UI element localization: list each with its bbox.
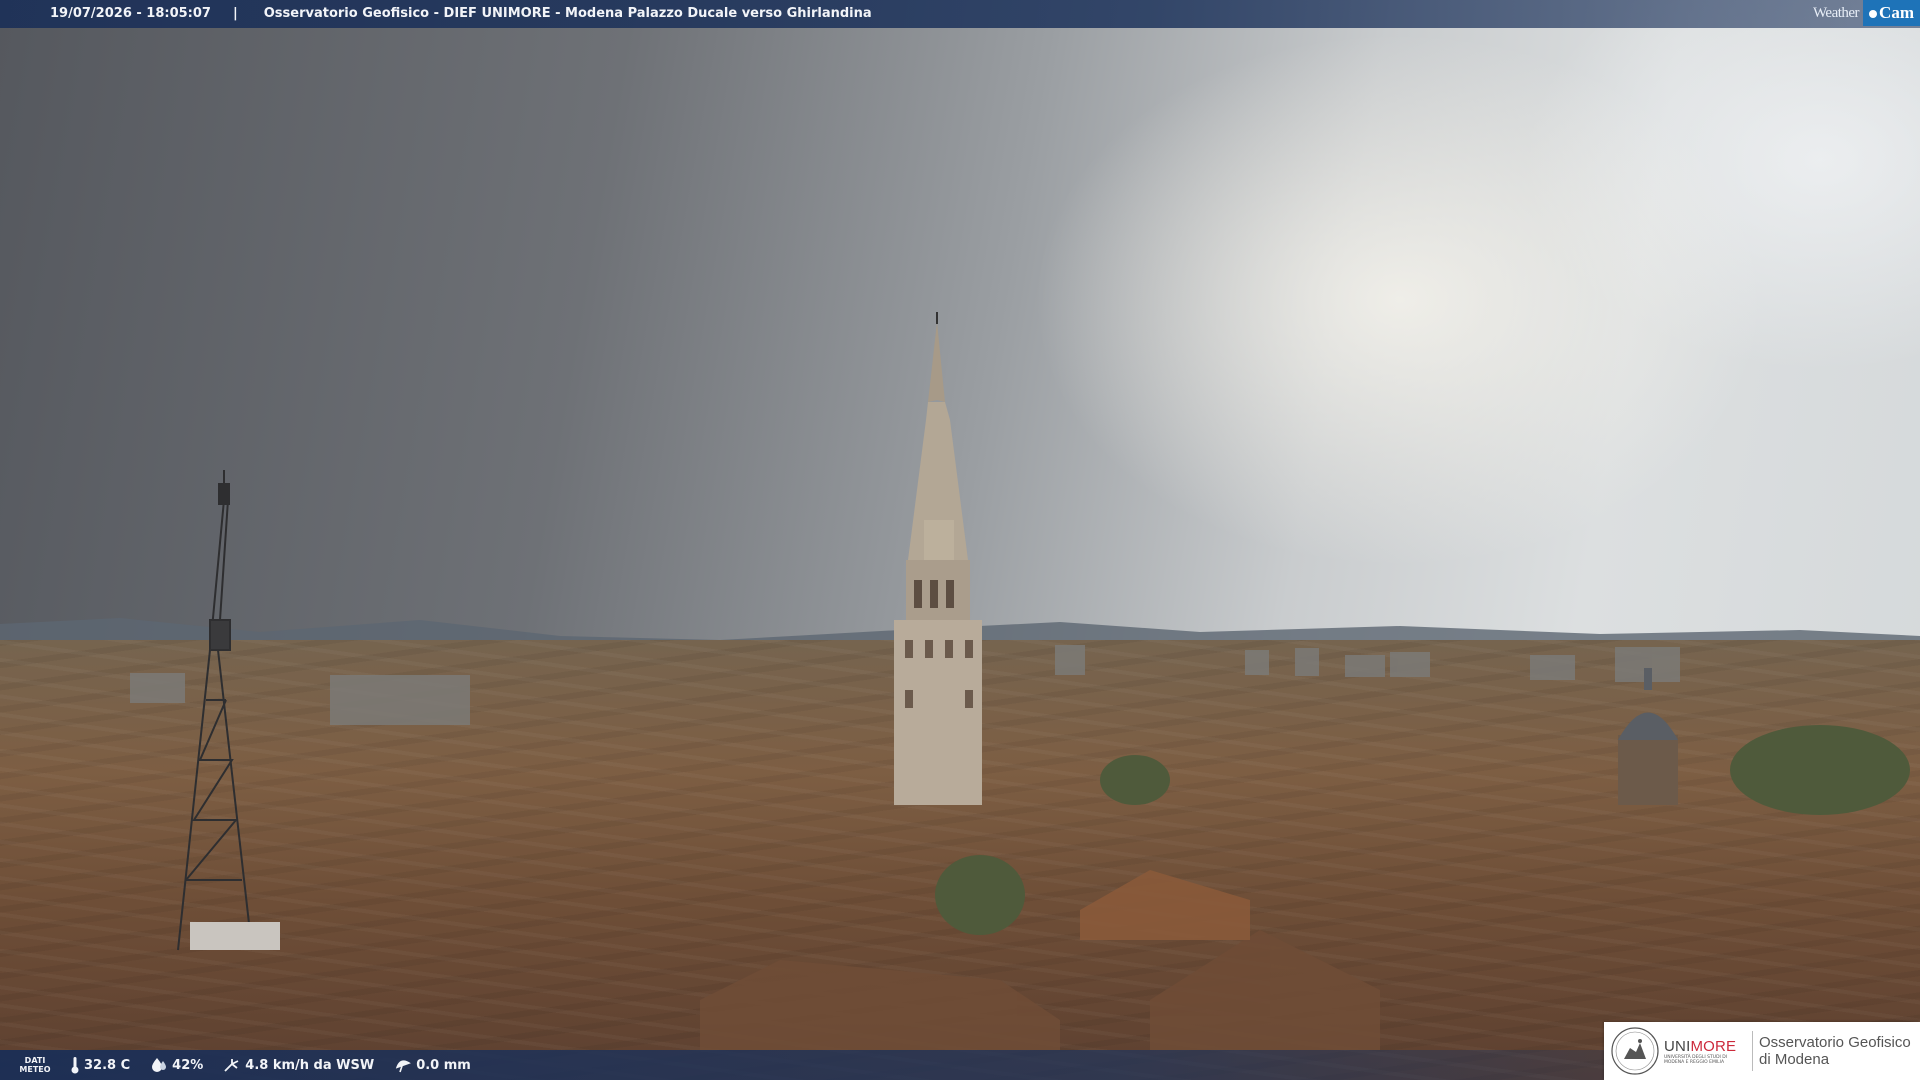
meteo-wind: 4.8 km/h da WSW [223, 1057, 374, 1073]
thermometer-icon [71, 1057, 79, 1074]
unimore-subtitle: UNIVERSITÀ DEGLI STUDI DI MODENA E REGGI… [1664, 1054, 1728, 1065]
caption-separator: | [232, 6, 238, 21]
meteo-label-line2: METEO [19, 1065, 51, 1074]
meteo-label-line1: DATI [24, 1056, 46, 1065]
unimore-wordmark: UNIMORE UNIVERSITÀ DEGLI STUDI DI MODENA… [1664, 1038, 1746, 1065]
umbrella-icon [396, 1060, 412, 1073]
webcam-frame: 19/07/2026 - 18:05:07 | Osservatorio Geo… [0, 0, 1920, 1080]
rain-value: 0.0 mm [416, 1057, 471, 1073]
temperature-value: 32.8 C [84, 1057, 131, 1073]
caption-bar: 19/07/2026 - 18:05:07 | Osservatorio Geo… [0, 0, 1920, 28]
unimore-uni: UNI [1664, 1037, 1691, 1055]
brand-cam-label: Cam [1879, 3, 1914, 22]
meteo-temperature: 32.8 C [70, 1056, 130, 1074]
unimore-more: MORE [1690, 1037, 1737, 1055]
camera-dot-icon [1869, 10, 1878, 18]
mast-base-building [190, 922, 280, 950]
meteo-rain: 0.0 mm [394, 1057, 471, 1073]
observatory-name: Osservatorio Geofisico di Modena [1759, 1034, 1911, 1068]
logo-divider [1752, 1031, 1753, 1071]
ghirlandina-tower [894, 312, 982, 805]
observatory-line1: Osservatorio Geofisico [1759, 1034, 1911, 1051]
timestamp: 19/07/2026 - 18:05:07 [50, 6, 211, 21]
brand-weather: Weather [1812, 4, 1860, 21]
church-dome [1618, 668, 1678, 805]
meteo-humidity: 42% [150, 1057, 203, 1073]
unimore-name: UNIMORE [1664, 1038, 1746, 1055]
wind-value: 4.8 km/h da WSW [245, 1057, 375, 1073]
radio-mast [177, 470, 253, 951]
unimore-logo-panel: UNIMORE UNIVERSITÀ DEGLI STUDI DI MODENA… [1604, 1022, 1920, 1080]
meteo-bar: DATI METEO 32.8 C 42% 4.8 km/h da WSW 0.… [0, 1050, 1604, 1080]
university-seal-icon [1611, 1027, 1659, 1075]
weathercam-brand: Weather Cam [1813, 0, 1920, 26]
meteo-label: DATI METEO [0, 1056, 70, 1074]
camera-title: Osservatorio Geofisico - DIEF UNIMORE - … [263, 6, 872, 21]
wind-icon [224, 1059, 239, 1072]
brand-cam: Cam [1863, 0, 1920, 26]
observatory-line2: di Modena [1759, 1051, 1830, 1068]
humidity-drop-icon [152, 1058, 167, 1072]
landmarks [130, 312, 1910, 1050]
humidity-value: 42% [172, 1057, 204, 1073]
